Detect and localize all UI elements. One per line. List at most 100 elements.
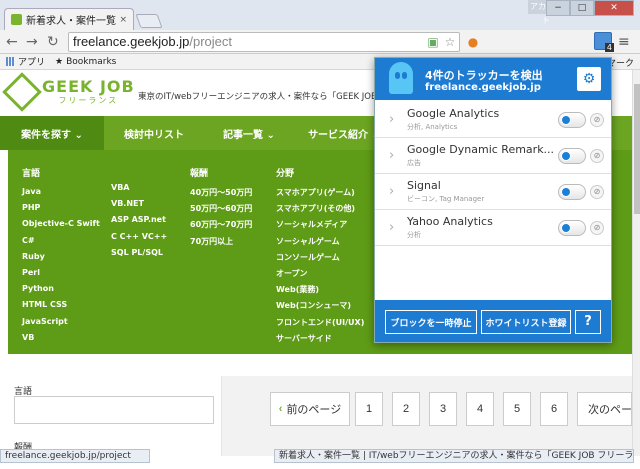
menu-link[interactable]: 40万円〜50万円	[190, 187, 252, 203]
ghostery-ghost-icon	[389, 62, 413, 94]
language-filter-input[interactable]	[14, 396, 214, 424]
nav-articles[interactable]: 記事一覧 ⌄	[204, 116, 294, 150]
menu-link[interactable]: Python	[22, 284, 100, 300]
menu-link[interactable]: Ruby	[22, 252, 100, 268]
logo-text: GEEK JOB	[42, 76, 135, 96]
whitelist-button[interactable]: ホワイトリスト登録	[481, 310, 571, 334]
tracker-category: 広告	[407, 159, 421, 167]
tracker-block-toggle[interactable]	[558, 112, 586, 128]
minimize-button[interactable]: −	[546, 0, 570, 16]
page-4-button[interactable]: 4	[466, 392, 494, 426]
menu-link[interactable]: 70万円以上	[190, 236, 252, 252]
tab-close-icon[interactable]: ×	[119, 15, 127, 25]
page-5-button[interactable]: 5	[503, 392, 531, 426]
menu-link[interactable]: Web(コンシューマ)	[276, 300, 364, 316]
menu-link[interactable]: C C++ VC++	[111, 232, 167, 248]
extension-icon[interactable]: ●	[466, 35, 480, 49]
languages-column-2: VBA VB.NET ASP ASP.net C C++ VC++ SQL PL…	[111, 183, 167, 264]
tracker-block-toggle[interactable]	[558, 220, 586, 236]
ghostery-title: 4件のトラッカーを検出	[425, 69, 543, 82]
filter-panel: 言語 報酬	[0, 376, 222, 456]
page-1-button[interactable]: 1	[355, 392, 383, 426]
new-tab-button[interactable]	[135, 14, 163, 28]
nav-saved-list[interactable]: 検討中リスト	[104, 116, 204, 150]
tracker-row[interactable]: › Signal ビーコン, Tag Manager ⊘	[375, 174, 611, 210]
menu-link[interactable]: 50万円〜60万円	[190, 203, 252, 219]
back-arrow-icon[interactable]: ←	[6, 34, 18, 50]
prev-page-button[interactable]: ‹ 前のページ	[270, 392, 350, 426]
tracker-trust-icon[interactable]: ⊘	[590, 149, 604, 163]
bookmarks-folder[interactable]: ★ Bookmarks	[55, 57, 116, 67]
next-page-button[interactable]: 次のページ	[577, 392, 632, 426]
forward-arrow-icon[interactable]: →	[26, 34, 38, 50]
pause-blocking-button[interactable]: ブロックを一時停止	[385, 310, 477, 334]
menu-link[interactable]: HTML CSS	[22, 300, 100, 316]
tracker-row[interactable]: › Google Dynamic Remark... 広告 ⊘	[375, 138, 611, 174]
menu-link[interactable]: オープン	[276, 268, 364, 284]
menu-link[interactable]: C#	[22, 236, 100, 252]
tracker-name: Google Dynamic Remark...	[407, 143, 555, 156]
scrollbar-thumb[interactable]	[634, 84, 640, 214]
menu-link[interactable]: JavaScript	[22, 317, 100, 333]
apps-bookmark[interactable]: アプリ	[6, 55, 45, 68]
browser-titlebar: 新着求人・案件一覧 | IT/w × アカウント − □ ✕	[0, 0, 640, 30]
chevron-right-icon[interactable]: ›	[389, 112, 394, 127]
tracker-category: ビーコン, Tag Manager	[407, 195, 485, 203]
ghostery-site: freelance.geekjob.jp	[425, 82, 541, 93]
tracker-trust-icon[interactable]: ⊘	[590, 113, 604, 127]
tracker-block-toggle[interactable]	[558, 148, 586, 164]
ghostery-extension-button[interactable]: 4	[594, 32, 614, 52]
browser-tab[interactable]: 新着求人・案件一覧 | IT/w ×	[4, 8, 134, 30]
page-action-icon[interactable]: ▣	[426, 35, 440, 49]
tracker-row[interactable]: › Google Analytics 分析, Analytics ⊘	[375, 102, 611, 138]
reward-column: 報酬 40万円〜50万円 50万円〜60万円 60万円〜70万円 70万円以上	[190, 166, 252, 252]
menu-link[interactable]: ソーシャルゲーム	[276, 236, 364, 252]
menu-link[interactable]: フロントエンド(UI/UX)	[276, 317, 364, 333]
window-controls: − □ ✕	[546, 0, 634, 16]
menu-link[interactable]: ソーシャルメディア	[276, 219, 364, 235]
page-scrollbar[interactable]	[632, 70, 640, 456]
close-window-button[interactable]: ✕	[594, 0, 634, 16]
page-6-button[interactable]: 6	[540, 392, 568, 426]
reward-heading: 報酬	[190, 169, 209, 179]
apps-grid-icon	[6, 57, 15, 66]
help-button[interactable]: ?	[575, 310, 601, 334]
menu-link[interactable]: Web(業務)	[276, 284, 364, 300]
chevron-right-icon[interactable]: ›	[389, 184, 394, 199]
reload-icon[interactable]: ↻	[47, 34, 59, 50]
tracker-trust-icon[interactable]: ⊘	[590, 185, 604, 199]
menu-link[interactable]: SQL PL/SQL	[111, 248, 167, 264]
tracker-trust-icon[interactable]: ⊘	[590, 221, 604, 235]
menu-link[interactable]: コンソールゲーム	[276, 252, 364, 268]
tracker-row[interactable]: › Yahoo Analytics 分析 ⊘	[375, 210, 611, 246]
chevron-right-icon[interactable]: ›	[389, 148, 394, 163]
menu-link[interactable]: 60万円〜70万円	[190, 219, 252, 235]
menu-link[interactable]: VB.NET	[111, 199, 167, 215]
site-logo[interactable]: GEEK JOB フリーランス	[2, 72, 135, 112]
nav-find-projects[interactable]: 案件を探す ⌄	[0, 116, 104, 150]
menu-link[interactable]: Objective-C Swift	[22, 219, 100, 235]
status-url: freelance.geekjob.jp/project	[0, 449, 150, 463]
page-3-button[interactable]: 3	[429, 392, 457, 426]
ghostery-settings-gear-icon[interactable]: ⚙	[577, 67, 601, 91]
tracker-name: Google Analytics	[407, 107, 500, 120]
menu-link[interactable]: Java	[22, 187, 100, 203]
address-bar[interactable]: freelance.geekjob.jp/project	[68, 32, 460, 52]
tracker-block-toggle[interactable]	[558, 184, 586, 200]
page-2-button[interactable]: 2	[392, 392, 420, 426]
menu-link[interactable]: VBA	[111, 183, 167, 199]
toggle-knob	[561, 223, 571, 233]
bookmark-star-icon[interactable]: ☆	[443, 35, 457, 49]
menu-link[interactable]: スマホアプリ(ゲーム)	[276, 187, 364, 203]
tab-title: 新着求人・案件一覧 | IT/w	[26, 16, 116, 27]
menu-link[interactable]: PHP	[22, 203, 100, 219]
menu-link[interactable]: Perl	[22, 268, 100, 284]
menu-link[interactable]: サーバーサイド	[276, 333, 364, 349]
menu-link[interactable]: ASP ASP.net	[111, 215, 167, 231]
chevron-right-icon[interactable]: ›	[389, 220, 394, 235]
maximize-button[interactable]: □	[570, 0, 594, 16]
menu-icon[interactable]: ≡	[618, 34, 630, 50]
menu-link[interactable]: スマホアプリ(その他)	[276, 203, 364, 219]
menu-link[interactable]: VB	[22, 333, 100, 349]
field-column: 分野 スマホアプリ(ゲーム) スマホアプリ(その他) ソーシャルメディア ソーシ…	[276, 166, 364, 349]
